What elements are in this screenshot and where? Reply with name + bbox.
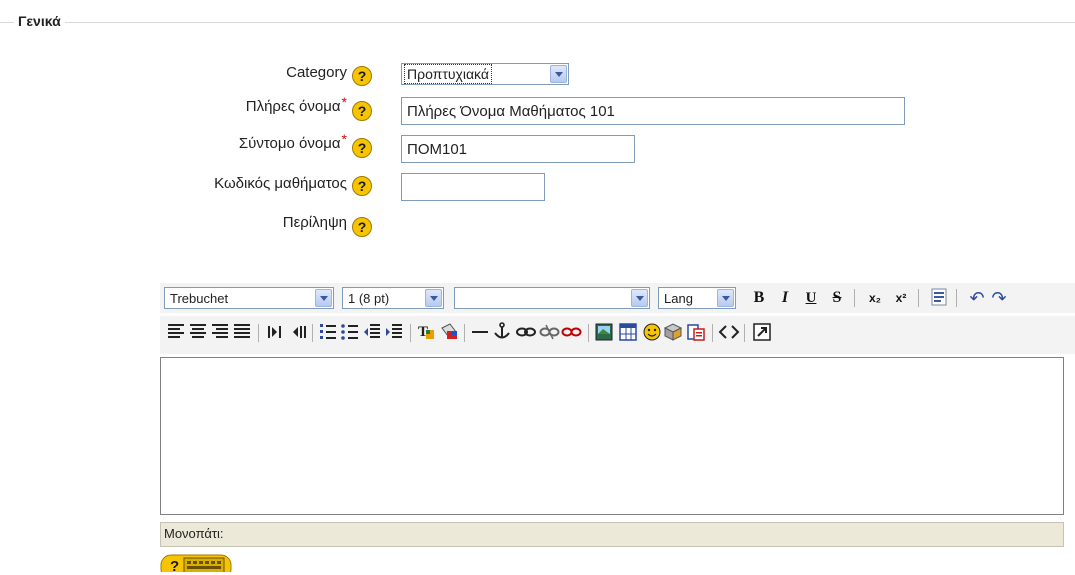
link-icon[interactable]: [516, 327, 536, 337]
image-icon[interactable]: [595, 323, 613, 341]
idnumber-input[interactable]: [401, 173, 545, 201]
editor-status-bar: Μονοπάτι:: [160, 522, 1064, 547]
nolink-icon[interactable]: [561, 327, 582, 337]
summary-help-icon[interactable]: ?: [352, 217, 372, 237]
required-star-icon: *: [341, 131, 347, 147]
idnumber-help-icon[interactable]: ?: [352, 176, 372, 196]
fullname-help-icon[interactable]: ?: [352, 101, 372, 121]
path-label: Μονοπάτι:: [164, 526, 224, 541]
svg-text:?: ?: [170, 558, 179, 572]
paste-word-button[interactable]: [928, 287, 950, 309]
italic-button[interactable]: I: [774, 287, 796, 309]
horizontal-rule-icon[interactable]: [472, 331, 488, 333]
toolbar-separator: [918, 289, 919, 307]
strikethrough-button[interactable]: S: [826, 287, 848, 309]
chevron-down-icon[interactable]: [315, 289, 332, 307]
lang-select[interactable]: Lang: [658, 287, 736, 309]
font-family-select[interactable]: Trebuchet: [164, 287, 334, 309]
align-center-icon[interactable]: [190, 324, 206, 338]
category-help-icon[interactable]: ?: [352, 66, 372, 86]
underline-button[interactable]: U: [800, 287, 822, 309]
required-star-icon: *: [341, 94, 347, 110]
font-size-select[interactable]: 1 (8 pt): [342, 287, 444, 309]
chevron-down-icon[interactable]: [717, 289, 734, 307]
undo-button[interactable]: ↶: [966, 287, 988, 309]
shortname-input[interactable]: [401, 135, 635, 163]
chevron-down-icon[interactable]: [550, 65, 567, 83]
editor-toolbar-row1: Trebuchet 1 (8 pt) Lang B I U S x₂ x² ↶ …: [160, 283, 1075, 313]
summary-label: Περίληψη: [282, 214, 347, 231]
shortname-help-icon[interactable]: ?: [352, 138, 372, 158]
table-icon[interactable]: [619, 323, 637, 341]
fieldset-legend: Γενικά: [14, 13, 65, 29]
unlink-icon[interactable]: [539, 324, 560, 340]
redo-button[interactable]: ↷: [988, 287, 1010, 309]
editor-help-button[interactable]: ?: [160, 554, 232, 575]
outdent-icon[interactable]: [364, 324, 380, 338]
bold-button[interactable]: B: [748, 287, 770, 309]
category-select[interactable]: Προπτυχιακά: [401, 63, 569, 85]
toolbar-separator: [854, 289, 855, 307]
bg-color-icon[interactable]: [441, 323, 457, 339]
toolbar-separator: [956, 289, 957, 307]
chevron-down-icon[interactable]: [425, 289, 442, 307]
legend-line: [0, 22, 1075, 23]
paste-word-icon: [931, 288, 947, 306]
editor-textarea[interactable]: [160, 357, 1064, 515]
editor-toolbar-row2: T: [160, 316, 1075, 354]
align-left-icon[interactable]: [168, 324, 184, 338]
html-source-icon[interactable]: [718, 325, 740, 339]
align-right-icon[interactable]: [212, 324, 228, 338]
help-keyboard-icon: ?: [160, 554, 232, 575]
align-justify-icon[interactable]: [234, 324, 250, 338]
indent-icon[interactable]: [386, 324, 402, 338]
smiley-icon[interactable]: [643, 323, 661, 341]
unordered-list-icon[interactable]: [341, 324, 358, 340]
ordered-list-icon[interactable]: [320, 324, 336, 339]
rtl-icon[interactable]: [293, 326, 306, 338]
fullname-input[interactable]: [401, 97, 905, 125]
format-select[interactable]: [454, 287, 650, 309]
anchor-icon[interactable]: [494, 322, 510, 339]
fullscreen-icon[interactable]: [753, 323, 771, 341]
idnumber-label: Κωδικός μαθήματος: [214, 175, 347, 192]
subscript-button[interactable]: x₂: [864, 287, 886, 309]
fullname-label: Πλήρες όνομα*: [245, 94, 347, 115]
insert-media-icon[interactable]: [663, 323, 683, 341]
category-label: Category: [286, 64, 347, 81]
superscript-button[interactable]: x²: [890, 287, 912, 309]
ltr-icon[interactable]: [268, 326, 281, 338]
chevron-down-icon[interactable]: [631, 289, 648, 307]
category-select-value: Προπτυχιακά: [404, 64, 492, 84]
paste-special-icon[interactable]: [687, 324, 705, 341]
text-color-icon[interactable]: T: [418, 324, 434, 340]
shortname-label: Σύντομο όνομα*: [238, 131, 347, 152]
